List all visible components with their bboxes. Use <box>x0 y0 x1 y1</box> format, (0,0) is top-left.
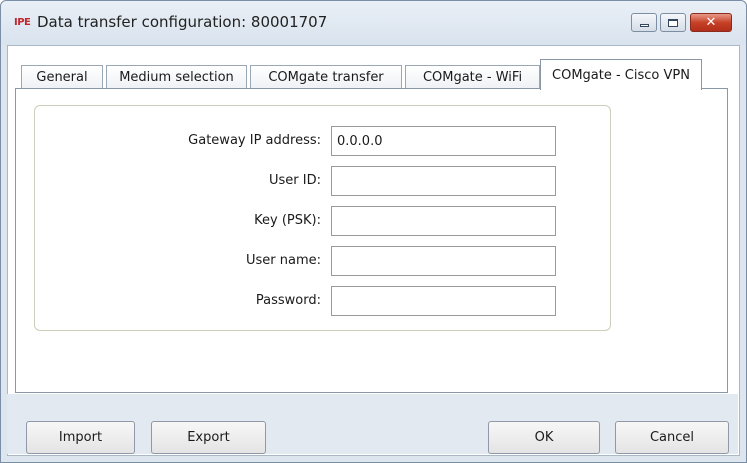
import-button[interactable]: Import <box>26 421 135 454</box>
form-row-user-name: User name: <box>35 246 612 276</box>
tab-general[interactable]: General <box>21 65 103 89</box>
user-name-label: User name: <box>245 253 321 268</box>
cancel-button[interactable]: Cancel <box>615 421 729 454</box>
export-button[interactable]: Export <box>151 421 266 454</box>
minimize-button[interactable] <box>631 13 657 32</box>
password-label: Password: <box>255 293 321 308</box>
password-input[interactable] <box>331 286 556 316</box>
ok-button[interactable]: OK <box>488 421 600 454</box>
minimize-icon <box>639 24 649 27</box>
gateway-ip-label: Gateway IP address: <box>188 133 321 148</box>
title-bar[interactable]: IPE Data transfer configuration: 8000170… <box>1 1 746 45</box>
form-row-user-id: User ID: <box>35 166 612 196</box>
form-row-password: Password: <box>35 286 612 316</box>
tab-panel-cisco-vpn: Gateway IP address: User ID: Key (PSK): … <box>15 88 728 393</box>
key-psk-label: Key (PSK): <box>254 213 321 228</box>
maximize-icon <box>668 18 678 27</box>
form-row-key-psk: Key (PSK): <box>35 206 612 236</box>
tab-comgate-transfer[interactable]: COMgate transfer <box>250 65 402 89</box>
vpn-settings-group: Gateway IP address: User ID: Key (PSK): … <box>34 105 611 331</box>
user-name-input[interactable] <box>331 246 556 276</box>
key-psk-input[interactable] <box>331 206 556 236</box>
gateway-ip-input[interactable] <box>331 126 556 156</box>
close-button[interactable]: ✕ <box>690 13 732 32</box>
user-id-input[interactable] <box>331 166 556 196</box>
form-row-gateway-ip: Gateway IP address: <box>35 126 612 156</box>
window-title: Data transfer configuration: 80001707 <box>37 13 328 31</box>
user-id-label: User ID: <box>269 173 321 188</box>
tab-comgate-wifi[interactable]: COMgate - WiFi <box>405 65 540 89</box>
app-logo-icon: IPE <box>14 17 31 28</box>
tab-comgate-cisco-vpn[interactable]: COMgate - Cisco VPN <box>540 59 702 90</box>
close-icon: ✕ <box>705 15 717 30</box>
maximize-button[interactable] <box>660 13 686 32</box>
tab-medium-selection[interactable]: Medium selection <box>106 65 247 89</box>
